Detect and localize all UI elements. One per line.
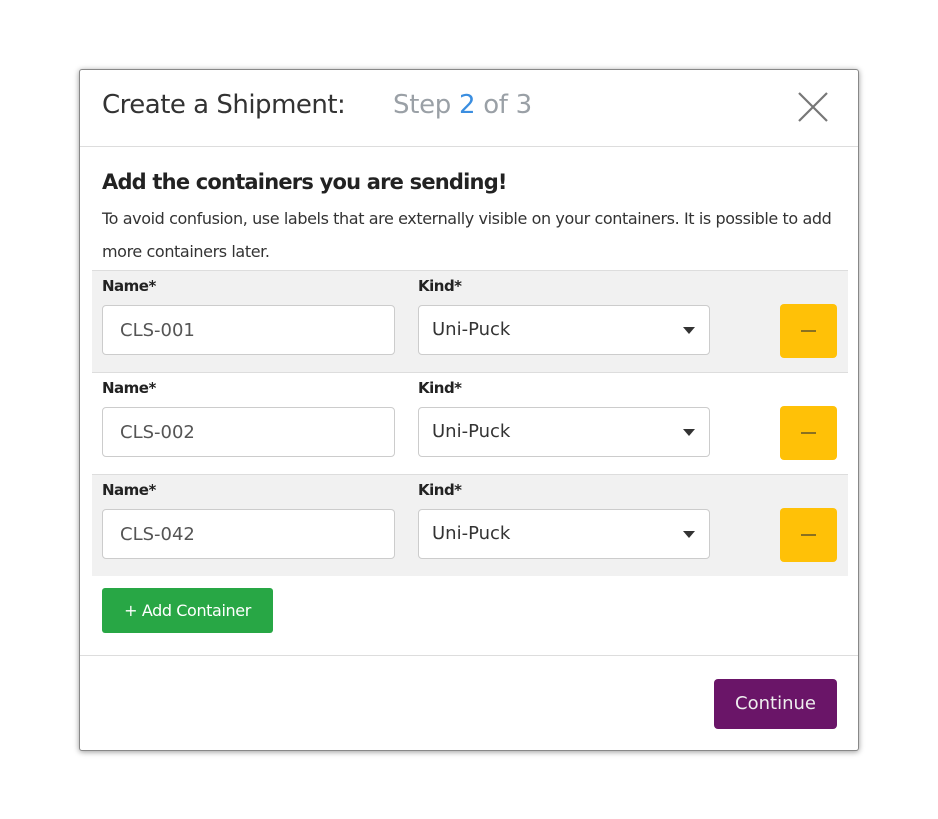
caret-down-icon — [683, 429, 695, 436]
remove-container-button[interactable] — [780, 304, 837, 358]
name-label: Name* — [102, 277, 156, 295]
container-kind-select[interactable]: Uni-Puck — [418, 305, 710, 355]
remove-container-button[interactable] — [780, 406, 837, 460]
container-kind-select[interactable]: Uni-Puck — [418, 407, 710, 457]
modal-header: Create a Shipment: Step 2 of 3 — [80, 70, 858, 147]
step-indicator: Step 2 of 3 — [393, 90, 532, 120]
current-step: 2 — [458, 90, 476, 120]
section-heading: Add the containers you are sending! — [102, 170, 508, 194]
container-name-input[interactable] — [102, 305, 395, 355]
container-row: Name* Kind* Uni-Puck — [92, 372, 848, 474]
kind-label: Kind* — [418, 481, 462, 499]
continue-button[interactable]: Continue — [714, 679, 837, 729]
caret-down-icon — [683, 531, 695, 538]
container-name-input[interactable] — [102, 509, 395, 559]
name-label: Name* — [102, 379, 156, 397]
remove-container-button[interactable] — [780, 508, 837, 562]
name-label: Name* — [102, 481, 156, 499]
kind-label: Kind* — [418, 379, 462, 397]
container-row: Name* Kind* Uni-Puck — [92, 474, 848, 576]
container-kind-select[interactable]: Uni-Puck — [418, 509, 710, 559]
close-icon[interactable] — [796, 90, 830, 124]
container-name-input[interactable] — [102, 407, 395, 457]
caret-down-icon — [683, 327, 695, 334]
minus-icon — [801, 432, 816, 434]
create-shipment-modal: Create a Shipment: Step 2 of 3 Add the c… — [79, 69, 859, 751]
section-description: To avoid confusion, use labels that are … — [102, 209, 832, 261]
footer-divider — [80, 655, 858, 656]
minus-icon — [801, 330, 816, 332]
container-row: Name* Kind* Uni-Puck — [92, 270, 848, 372]
modal-title: Create a Shipment: — [102, 90, 346, 120]
kind-label: Kind* — [418, 277, 462, 295]
add-container-button[interactable]: + Add Container — [102, 588, 273, 633]
minus-icon — [801, 534, 816, 536]
